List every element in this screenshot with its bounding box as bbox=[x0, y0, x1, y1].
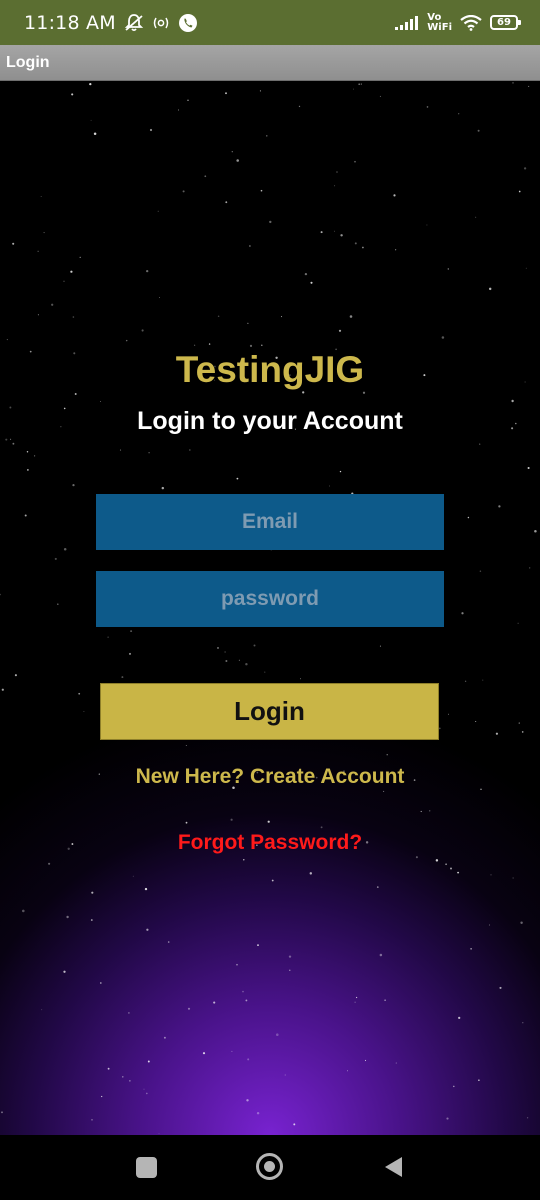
email-field[interactable] bbox=[96, 494, 444, 550]
vowifi-icon: Vo WiFi bbox=[427, 12, 452, 33]
navigation-bar bbox=[0, 1135, 540, 1200]
signal-icon bbox=[395, 15, 419, 30]
whatsapp-icon bbox=[178, 13, 198, 33]
hotspot-icon bbox=[152, 16, 170, 30]
vowifi-bottom-label: WiFi bbox=[427, 21, 452, 33]
create-account-link[interactable]: New Here? Create Account bbox=[0, 765, 540, 789]
battery-level: 69 bbox=[497, 17, 511, 28]
status-right: Vo WiFi 69 bbox=[395, 12, 521, 33]
mute-notifications-icon bbox=[124, 13, 144, 33]
login-button[interactable]: Login bbox=[100, 683, 439, 740]
recents-icon[interactable] bbox=[136, 1157, 157, 1178]
home-icon[interactable] bbox=[256, 1153, 283, 1180]
status-time: 11:18 AM bbox=[24, 11, 116, 34]
action-bar: Login bbox=[0, 45, 540, 81]
action-bar-title: Login bbox=[6, 53, 50, 71]
app-title: TestingJIG bbox=[175, 349, 365, 390]
forgot-password-link[interactable]: Forgot Password? bbox=[0, 831, 540, 855]
status-bar: 11:18 AM Vo WiFi 69 bbox=[0, 0, 540, 45]
password-field[interactable] bbox=[96, 571, 444, 627]
home-icon-dot bbox=[264, 1161, 275, 1172]
back-icon[interactable] bbox=[382, 1155, 404, 1179]
status-left: 11:18 AM bbox=[24, 12, 198, 34]
login-screen: TestingJIG Login to your Account Login N… bbox=[0, 81, 540, 1135]
battery-icon: 69 bbox=[490, 15, 521, 30]
wifi-icon bbox=[460, 14, 482, 31]
login-subtitle: Login to your Account bbox=[137, 407, 403, 435]
